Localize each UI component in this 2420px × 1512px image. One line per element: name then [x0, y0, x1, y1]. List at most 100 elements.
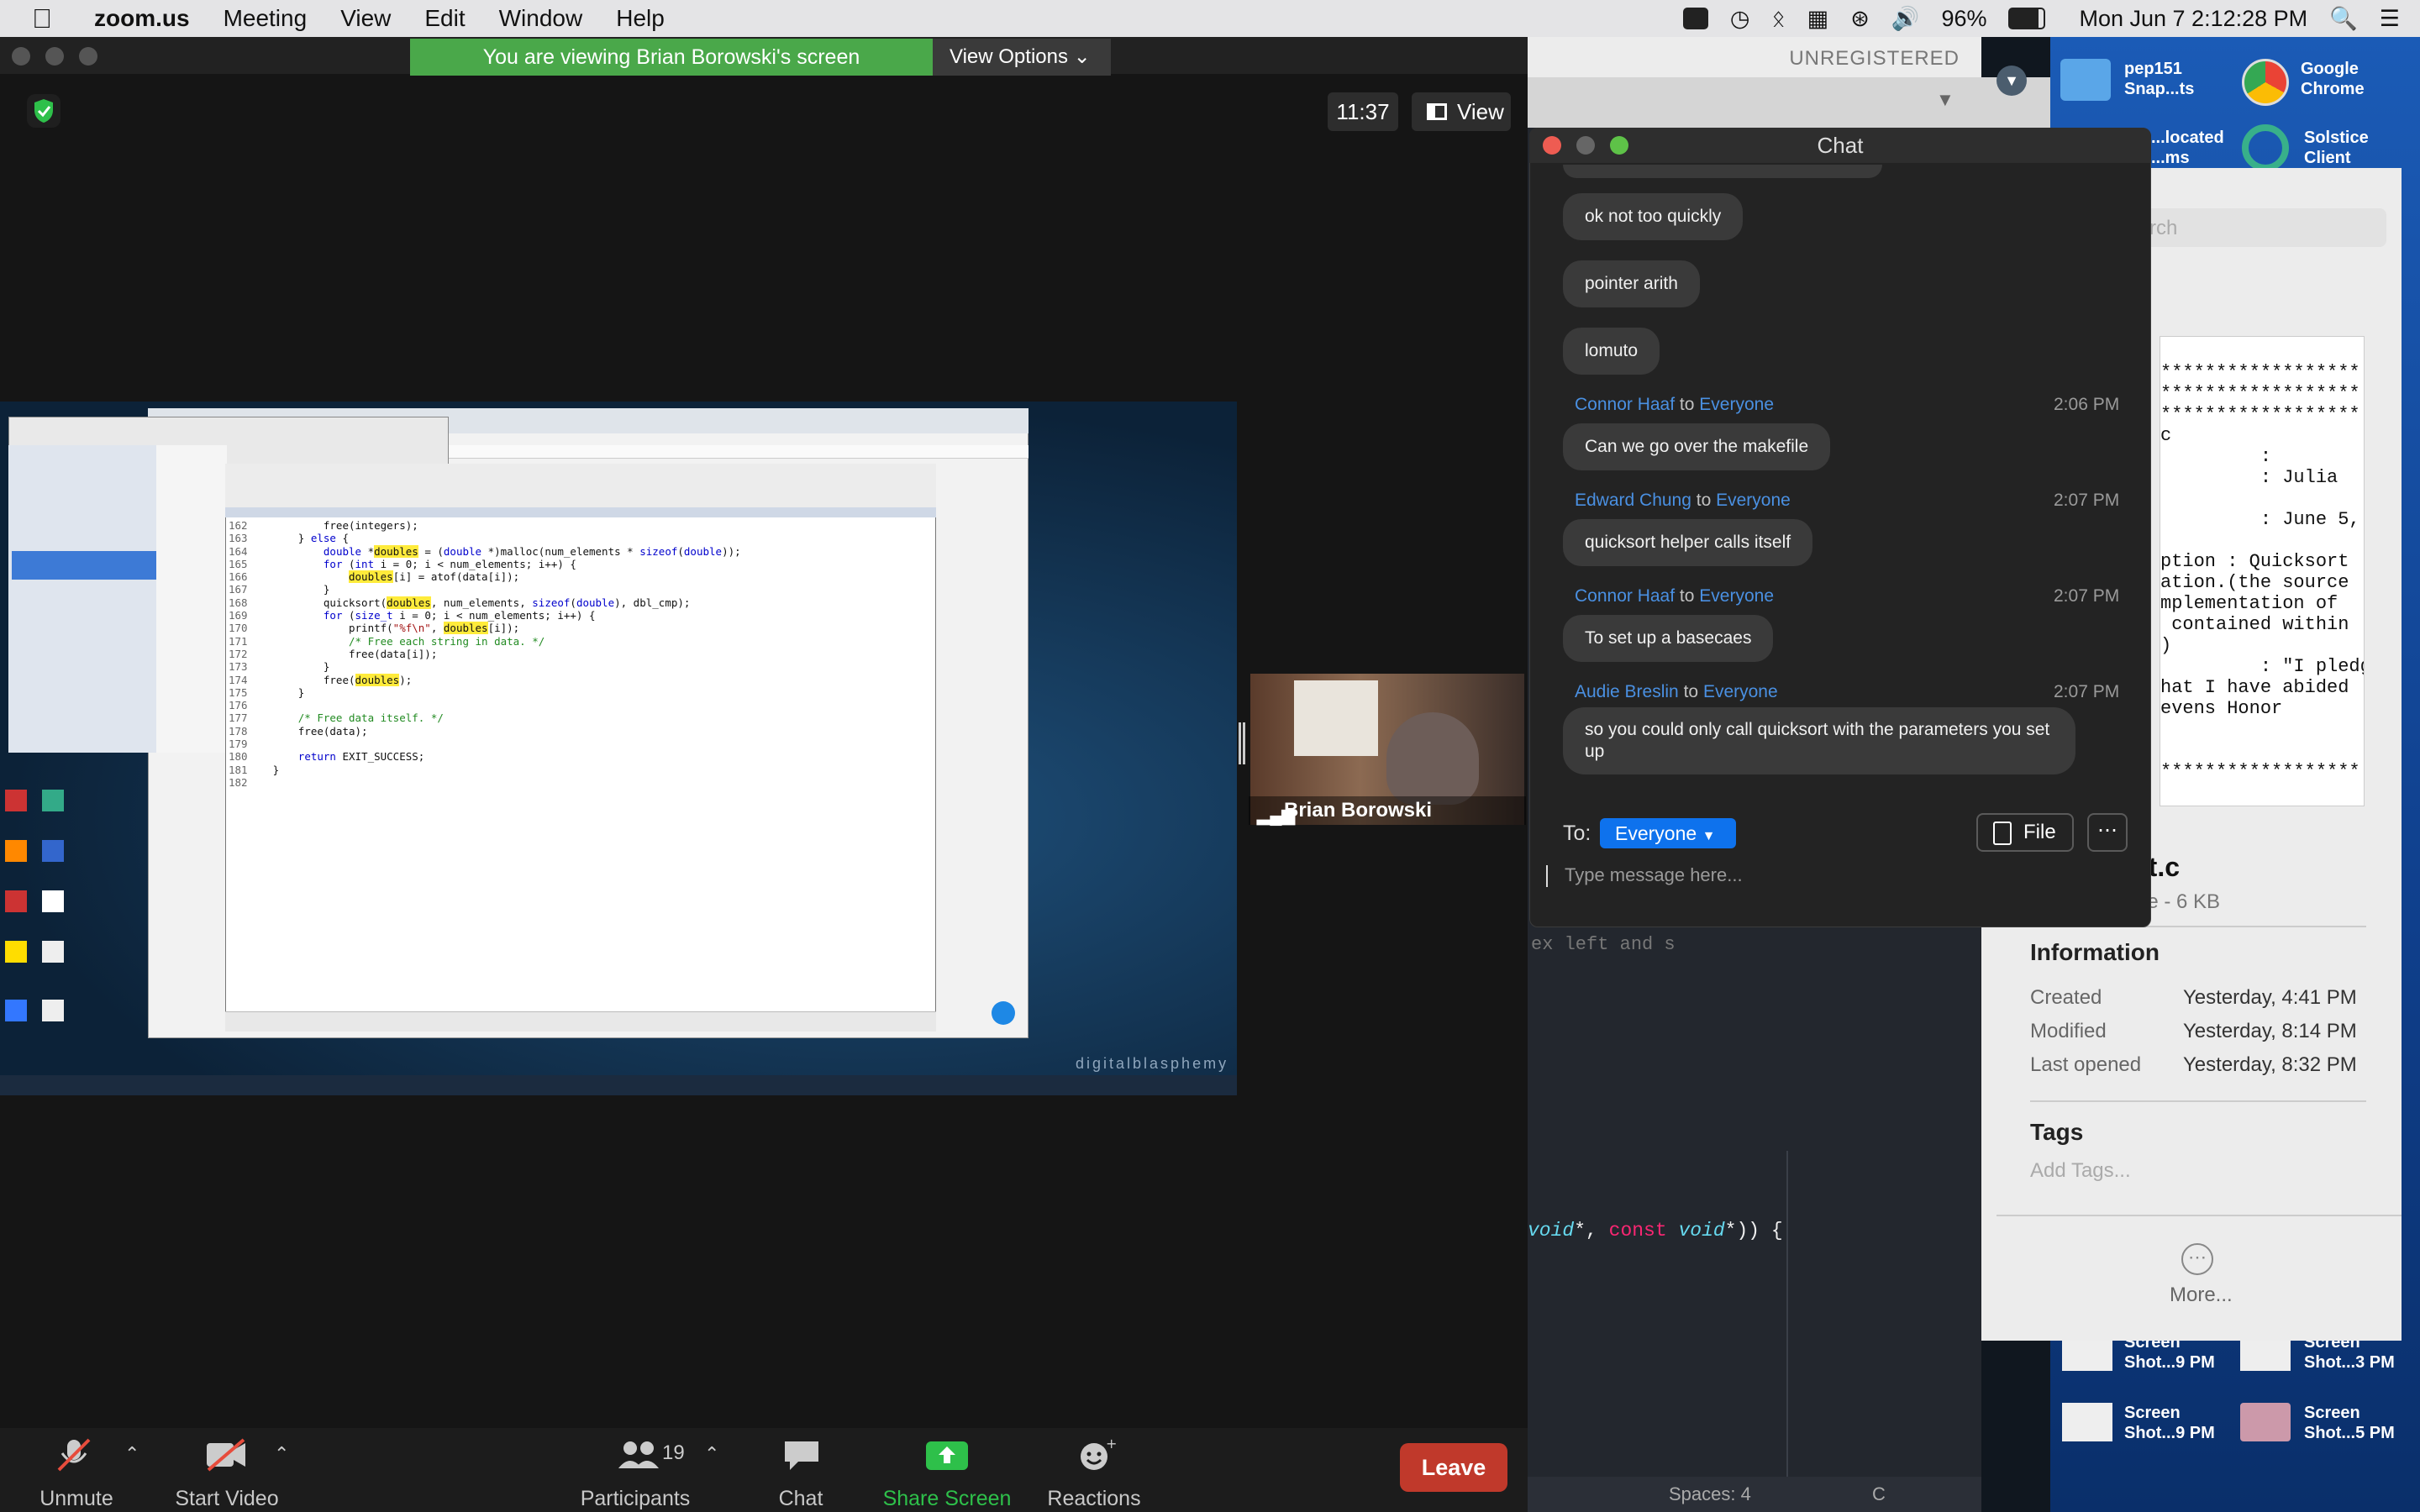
menubar-clock[interactable]: Mon Jun 7 2:12:28 PM	[2079, 6, 2307, 32]
participants-chevron-icon[interactable]: ⌃	[704, 1443, 719, 1465]
video-off-icon[interactable]	[205, 1438, 245, 1472]
participants-button[interactable]: Participants	[576, 1487, 694, 1511]
audio-options-chevron-icon[interactable]: ⌃	[124, 1443, 139, 1465]
desktop-item-located[interactable]: ...located ...ms	[2151, 128, 2224, 168]
chat-message-input[interactable]	[1565, 860, 2153, 890]
editor-tabbar	[1528, 77, 2050, 128]
close-chat-icon[interactable]	[1543, 136, 1561, 155]
chat-button[interactable]: Chat	[763, 1487, 839, 1511]
finder-search-input[interactable]: ...rch	[2126, 208, 2386, 247]
tab-dropdown-icon[interactable]: ▼	[1936, 89, 1954, 111]
desktop-item-shot3[interactable]: Screen Shot...9 PM	[2124, 1403, 2215, 1443]
maximize-chat-icon[interactable]	[1610, 136, 1628, 155]
chat-sender-line: Connor Haaf to Everyone	[1575, 586, 1774, 606]
reactions-icon[interactable]: +	[1077, 1436, 1117, 1470]
status-language[interactable]: C	[1872, 1483, 1886, 1505]
dropdown-arrow-icon: ▼	[1702, 829, 1716, 843]
code-line: 168 quicksort(doubles, num_elements, siz…	[229, 596, 691, 609]
editor-code-line: ex left and s	[1531, 934, 1676, 955]
chat-sender-name[interactable]: Audie Breslin	[1575, 682, 1679, 701]
view-layout-button[interactable]: View	[1412, 92, 1511, 131]
remote-vm-selected	[12, 551, 156, 580]
created-value: Yesterday, 4:41 PM	[2183, 986, 2357, 1009]
battery-icon[interactable]	[2008, 8, 2046, 29]
more-button[interactable]: More...	[2170, 1284, 2233, 1307]
app-icon	[5, 840, 27, 862]
chat-icon[interactable]	[783, 1438, 820, 1470]
spotlight-search-icon[interactable]: 🔍	[2329, 5, 2358, 32]
remote-desktop-icons	[0, 722, 118, 1067]
code-line: 178 free(data);	[229, 724, 368, 738]
code-line: 171 /* Free each string in data. */	[229, 634, 545, 648]
control-center-icon[interactable]: ☰	[2380, 6, 2400, 32]
share-screen-icon[interactable]	[926, 1438, 968, 1470]
chat-message-bubble: so you could only call quicksort with th…	[1563, 707, 2075, 774]
code-token: *)) {	[1724, 1220, 1783, 1242]
chat-timestamp: 2:07 PM	[2054, 586, 2120, 606]
reactions-button[interactable]: Reactions	[1044, 1487, 1144, 1511]
chat-message-bubble: pointer arith	[1563, 260, 1700, 307]
share-screen-button[interactable]: Share Screen	[874, 1487, 1020, 1511]
wifi-icon[interactable]: ⊛	[1850, 6, 1870, 32]
chat-recipient: Everyone	[1702, 682, 1778, 701]
chrome-icon[interactable]	[2242, 59, 2289, 106]
desktop-item-pep151[interactable]: pep151 Snap...ts	[2124, 59, 2194, 99]
status-spaces[interactable]: Spaces: 4	[1669, 1483, 1751, 1505]
chat-sender-name[interactable]: Edward Chung	[1575, 491, 1691, 510]
participants-icon[interactable]	[617, 1438, 659, 1468]
menu-window[interactable]: Window	[499, 5, 583, 32]
leave-button[interactable]: Leave	[1400, 1443, 1507, 1492]
wallpaper-watermark: digitalblasphemy	[1076, 1055, 1229, 1072]
bluetooth-icon[interactable]: ᛟ	[1771, 6, 1785, 32]
security-shield-icon[interactable]	[27, 94, 60, 128]
start-video-button[interactable]: Start Video	[168, 1487, 286, 1511]
video-options-chevron-icon[interactable]: ⌃	[274, 1443, 289, 1465]
volume-icon[interactable]: 🔊	[1891, 5, 1920, 32]
minimize-chat-icon[interactable]	[1576, 136, 1595, 155]
file-icon	[1993, 822, 2012, 845]
download-icon[interactable]: ▼	[1996, 66, 2027, 96]
unmute-button[interactable]: Unmute	[39, 1487, 114, 1511]
menu-edit[interactable]: Edit	[424, 5, 465, 32]
chat-timestamp: 2:07 PM	[2054, 682, 2120, 701]
zoom-window-icon[interactable]	[79, 47, 97, 66]
chat-to-label: To:	[1563, 822, 1591, 845]
chat-sender-name[interactable]: Connor Haaf	[1575, 586, 1675, 606]
screenshot-thumb[interactable]	[2062, 1403, 2112, 1441]
time-machine-icon[interactable]: ◷	[1730, 6, 1750, 32]
resize-handle[interactable]	[1239, 722, 1245, 764]
app-menu[interactable]: zoom.us	[94, 5, 190, 32]
svg-text:+: +	[1106, 1438, 1116, 1452]
more-icon[interactable]: ⋯	[2181, 1243, 2213, 1275]
chat-recipient-select[interactable]: Everyone ▼	[1600, 818, 1736, 848]
menu-help[interactable]: Help	[616, 5, 665, 32]
close-window-icon[interactable]	[12, 47, 30, 66]
chat-sender-name[interactable]: Connor Haaf	[1575, 395, 1675, 414]
code-line: 165 for (int i = 0; i < num_elements; i+…	[229, 557, 576, 570]
minimize-window-icon[interactable]	[45, 47, 64, 66]
meeting-timer: 11:37	[1328, 92, 1398, 131]
add-tags-input[interactable]: Add Tags...	[2030, 1159, 2131, 1183]
menu-meeting[interactable]: Meeting	[224, 5, 308, 32]
chat-message-bubble: ok not too quickly	[1563, 193, 1744, 240]
remote-vm-details	[156, 445, 227, 753]
memory-icon[interactable]: ▦	[1807, 6, 1829, 32]
menu-view[interactable]: View	[340, 5, 391, 32]
solstice-icon[interactable]	[2242, 124, 2289, 171]
chat-more-options-icon[interactable]: ⋯	[2087, 813, 2128, 852]
screenshot-thumb[interactable]	[2240, 1403, 2291, 1441]
apple-menu-icon[interactable]: 	[32, 3, 52, 34]
desktop-item-solstice[interactable]: Solstice Client	[2304, 128, 2369, 168]
desktop-item-shot4[interactable]: Screen Shot...5 PM	[2304, 1403, 2395, 1443]
view-options-button[interactable]: View Options ⌄	[933, 39, 1111, 76]
modified-label: Modified	[2030, 1020, 2107, 1042]
zoom-status-icon[interactable]	[1682, 8, 1708, 29]
desktop-item-chrome[interactable]: Google Chrome	[2301, 59, 2365, 99]
muted-mic-icon[interactable]	[55, 1438, 92, 1472]
chat-to-word: to	[1679, 586, 1695, 606]
folder-icon[interactable]	[2060, 59, 2111, 101]
chat-message-bubble: quicksort helper calls itself	[1563, 519, 1813, 566]
chat-file-button[interactable]: File	[1976, 813, 2074, 852]
code-line: 163 } else {	[229, 532, 350, 545]
code-line: 177 /* Free data itself. */	[229, 711, 444, 725]
